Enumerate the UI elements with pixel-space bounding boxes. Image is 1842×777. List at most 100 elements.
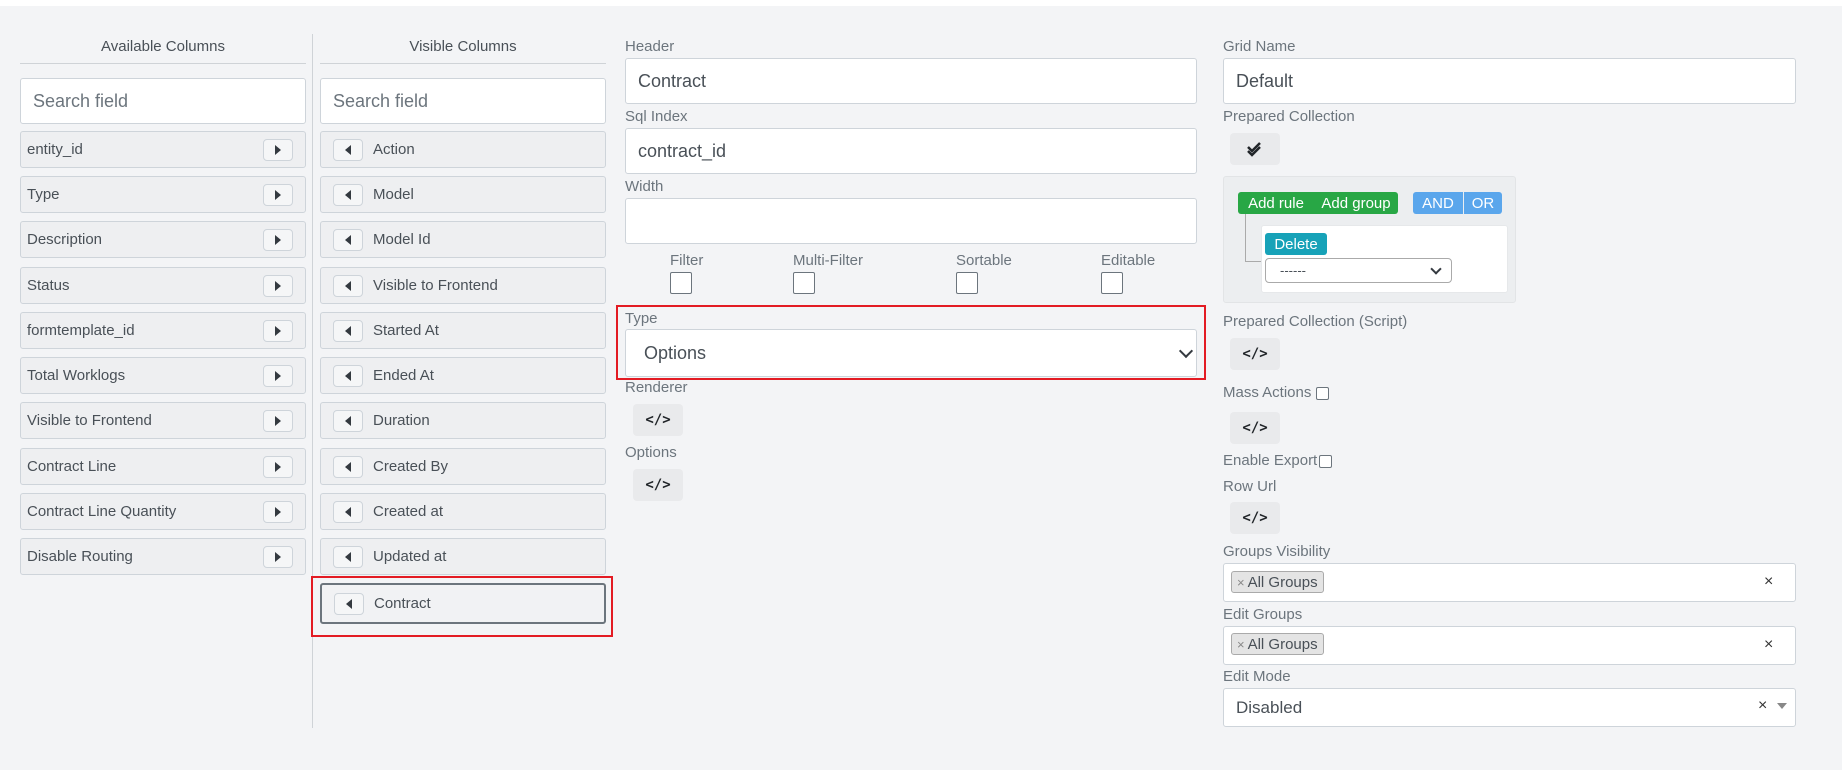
- row-url-code-button[interactable]: </>: [1230, 502, 1280, 534]
- edit-mode-select[interactable]: Disabled: [1223, 688, 1796, 727]
- move-left-button[interactable]: [333, 364, 363, 387]
- visible-item[interactable]: Duration: [320, 402, 606, 439]
- arrow-left-icon: [345, 370, 351, 381]
- options-code-button[interactable]: </>: [633, 469, 683, 501]
- edit-groups-clear-icon[interactable]: ×: [1764, 636, 1773, 654]
- arrow-right-icon: [275, 144, 281, 155]
- move-left-button[interactable]: [333, 500, 363, 523]
- remove-tag-icon[interactable]: ×: [1237, 575, 1245, 590]
- available-item[interactable]: Type: [20, 176, 306, 213]
- available-item[interactable]: Status: [20, 267, 306, 304]
- available-search-input[interactable]: Search field: [20, 78, 306, 124]
- prepared-collection-label: Prepared Collection: [1223, 108, 1355, 125]
- mass-actions-checkbox[interactable]: [1316, 387, 1329, 400]
- available-item[interactable]: Visible to Frontend: [20, 402, 306, 439]
- move-left-button[interactable]: [333, 409, 363, 432]
- move-right-button[interactable]: [263, 455, 293, 478]
- visible-item[interactable]: Created By: [320, 448, 606, 485]
- visible-item[interactable]: Visible to Frontend: [320, 267, 606, 304]
- multi-filter-checkbox[interactable]: [793, 272, 815, 294]
- type-select[interactable]: Options: [625, 329, 1197, 377]
- edit-mode-clear-icon[interactable]: ×: [1758, 697, 1767, 715]
- move-right-button[interactable]: [263, 228, 293, 251]
- visible-item-selected[interactable]: Contract: [320, 583, 606, 624]
- grid-name-input[interactable]: Default: [1223, 58, 1796, 104]
- bottom-bar: [0, 770, 1842, 777]
- move-left-button[interactable]: [333, 138, 363, 161]
- visible-item[interactable]: Created at: [320, 493, 606, 530]
- available-item-label: Contract Line Quantity: [27, 503, 177, 520]
- visible-item-label: Visible to Frontend: [373, 277, 498, 294]
- available-item[interactable]: Description: [20, 221, 306, 258]
- move-right-button[interactable]: [263, 319, 293, 342]
- move-left-button[interactable]: [333, 455, 363, 478]
- visible-columns-title: Visible Columns: [409, 38, 517, 55]
- visible-item[interactable]: Started At: [320, 312, 606, 349]
- delete-rule-button[interactable]: Delete: [1265, 233, 1327, 255]
- move-right-button[interactable]: [263, 545, 293, 568]
- filter-checkbox[interactable]: [670, 272, 692, 294]
- sql-index-input[interactable]: contract_id: [625, 128, 1197, 174]
- edit-groups-tag[interactable]: × All Groups: [1231, 633, 1324, 655]
- multi-filter-label: Multi-Filter: [793, 252, 863, 269]
- visible-item[interactable]: Model Id: [320, 221, 606, 258]
- and-condition-button[interactable]: AND: [1413, 192, 1463, 214]
- arrow-right-icon: [275, 234, 281, 245]
- or-condition-button[interactable]: OR: [1464, 192, 1502, 214]
- visible-item[interactable]: Action: [320, 131, 606, 168]
- move-right-button[interactable]: [263, 183, 293, 206]
- caret-down-icon[interactable]: [1777, 703, 1787, 709]
- move-right-button[interactable]: [263, 274, 293, 297]
- available-item-label: Contract Line: [27, 458, 117, 475]
- type-label: Type: [625, 310, 658, 327]
- visible-search-input[interactable]: Search field: [320, 78, 606, 124]
- move-left-button[interactable]: [333, 274, 363, 297]
- sortable-checkbox[interactable]: [956, 272, 978, 294]
- move-right-button[interactable]: [263, 138, 293, 161]
- move-left-button[interactable]: [333, 319, 363, 342]
- visible-item[interactable]: Model: [320, 176, 606, 213]
- visible-item[interactable]: Ended At: [320, 357, 606, 394]
- header-input[interactable]: Contract: [625, 58, 1197, 104]
- arrow-left-icon: [346, 598, 352, 609]
- edit-mode-value: Disabled: [1236, 697, 1303, 717]
- width-input[interactable]: [625, 198, 1197, 244]
- available-item[interactable]: entity_id: [20, 131, 306, 168]
- available-item[interactable]: formtemplate_id: [20, 312, 306, 349]
- available-item[interactable]: Total Worklogs: [20, 357, 306, 394]
- move-right-button[interactable]: [263, 409, 293, 432]
- prepared-collection-toggle-button[interactable]: [1230, 133, 1280, 165]
- groups-visibility-tag[interactable]: × All Groups: [1231, 571, 1324, 593]
- move-right-button[interactable]: [263, 500, 293, 523]
- move-left-button[interactable]: [333, 183, 363, 206]
- top-bar: [0, 0, 1842, 6]
- move-left-button[interactable]: [333, 545, 363, 568]
- enable-export-checkbox[interactable]: [1319, 455, 1332, 468]
- arrow-right-icon: [275, 189, 281, 200]
- prepared-collection-script-code-button[interactable]: </>: [1230, 338, 1280, 370]
- rule-field-select-value: ------: [1280, 263, 1306, 278]
- arrow-left-icon: [345, 144, 351, 155]
- visible-item-label: Ended At: [373, 367, 434, 384]
- editable-checkbox[interactable]: [1101, 272, 1123, 294]
- visible-item-label: Started At: [373, 322, 439, 339]
- available-item[interactable]: Contract Line Quantity: [20, 493, 306, 530]
- arrow-right-icon: [275, 280, 281, 291]
- renderer-code-button[interactable]: </>: [633, 404, 683, 436]
- add-rule-button[interactable]: Add rule: [1238, 192, 1314, 214]
- mass-actions-code-button[interactable]: </>: [1230, 412, 1280, 444]
- remove-tag-icon[interactable]: ×: [1237, 637, 1245, 652]
- editable-label: Editable: [1101, 252, 1156, 269]
- visible-item[interactable]: Updated at: [320, 538, 606, 575]
- arrow-left-icon: [345, 325, 351, 336]
- move-right-button[interactable]: [263, 364, 293, 387]
- move-left-button[interactable]: [333, 228, 363, 251]
- move-left-button[interactable]: [334, 592, 364, 615]
- available-columns-title: Available Columns: [101, 38, 225, 55]
- available-item[interactable]: Disable Routing: [20, 538, 306, 575]
- groups-visibility-clear-icon[interactable]: ×: [1764, 573, 1773, 591]
- available-item[interactable]: Contract Line: [20, 448, 306, 485]
- mass-actions-label: Mass Actions: [1223, 384, 1312, 401]
- add-group-button[interactable]: Add group: [1314, 192, 1398, 214]
- rule-field-select[interactable]: ------: [1265, 258, 1452, 283]
